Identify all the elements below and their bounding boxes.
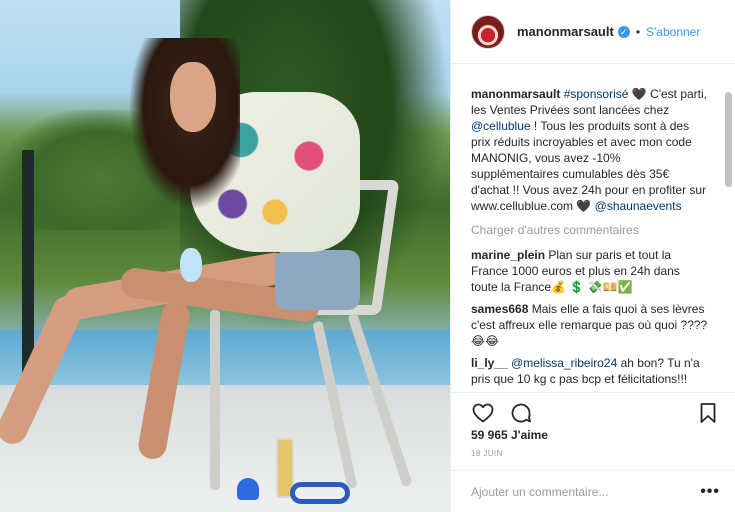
- bookmark-icon[interactable]: [696, 401, 720, 425]
- likes-count[interactable]: 59 965 J'aime: [471, 428, 548, 442]
- photo-face: [170, 62, 216, 132]
- comments-scrollbar[interactable]: [725, 92, 732, 187]
- instagram-post: manonmarsault ✓ • S'abonner manonmarsaul…: [0, 0, 735, 512]
- caption-hashtag[interactable]: #sponsorisé: [564, 87, 629, 101]
- comment-username[interactable]: li_ly__: [471, 356, 508, 370]
- author-username[interactable]: manonmarsault: [517, 24, 614, 39]
- caption-mention[interactable]: @shaunaevents: [595, 199, 682, 213]
- post-date: 18 JUIN: [471, 449, 503, 458]
- verified-badge-icon: ✓: [617, 25, 630, 38]
- post-header: manonmarsault ✓ • S'abonner: [451, 0, 735, 64]
- post-sidebar: manonmarsault ✓ • S'abonner manonmarsaul…: [450, 0, 735, 512]
- comment-item: li_ly__ @melissa_ribeiro24 ah bon? Tu n'…: [471, 355, 708, 387]
- photo-massage-ball: [180, 248, 202, 282]
- avatar[interactable]: [471, 14, 505, 49]
- follow-button[interactable]: S'abonner: [646, 25, 700, 39]
- separator-dot: •: [635, 24, 641, 39]
- comment-input[interactable]: [471, 484, 701, 499]
- comment-username[interactable]: sames668: [471, 302, 528, 316]
- comment-username[interactable]: marine_plein: [471, 248, 545, 262]
- comment-item: marine_plein Plan sur paris et tout la F…: [471, 247, 708, 295]
- post-photo[interactable]: [0, 0, 450, 512]
- comment-icon[interactable]: [509, 401, 533, 425]
- load-more-comments-button[interactable]: Charger d'autres commentaires: [471, 223, 708, 237]
- post-caption: manonmarsault #sponsorisé 🖤 C'est parti,…: [471, 86, 708, 214]
- caption-username[interactable]: manonmarsault: [471, 87, 560, 101]
- photo-roller: [290, 482, 350, 504]
- photo-chair-leg: [210, 310, 220, 490]
- comment-item: sames668 Mais elle a fais quoi à ses lèv…: [471, 301, 708, 349]
- comments-list[interactable]: manonmarsault #sponsorisé 🖤 C'est parti,…: [451, 64, 735, 390]
- caption-mention[interactable]: @cellublue: [471, 119, 531, 133]
- photo-shorts: [275, 250, 360, 310]
- post-actions: [451, 392, 735, 432]
- add-comment-bar: •••: [451, 470, 735, 512]
- comment-mention[interactable]: @melissa_ribeiro24: [511, 356, 617, 370]
- photo-cupping-cup: [237, 478, 259, 500]
- more-options-button[interactable]: •••: [700, 483, 720, 501]
- heart-icon[interactable]: [471, 401, 495, 425]
